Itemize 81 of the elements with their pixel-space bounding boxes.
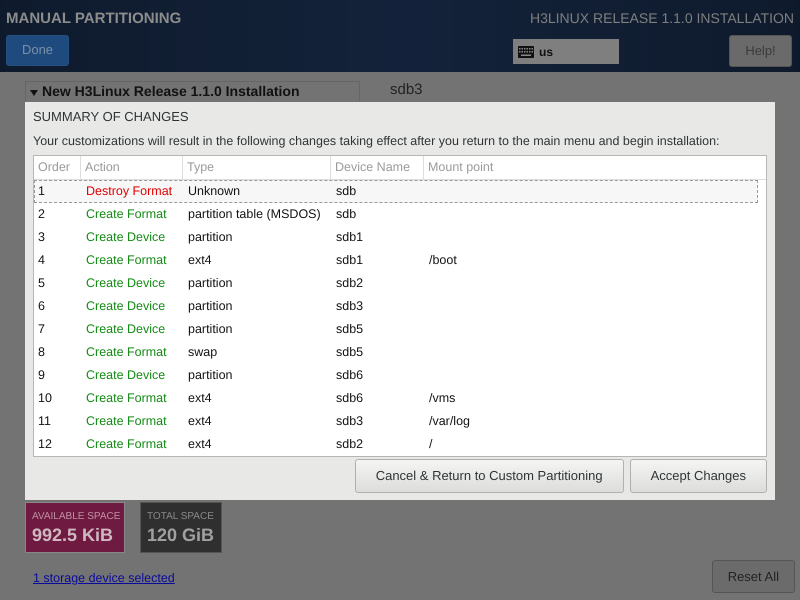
total-space-value: 120 GiB	[147, 524, 215, 546]
table-cell-text: Create Device	[85, 321, 166, 338]
section-title: New H3Linux Release 1.1.0 Installation	[42, 83, 300, 99]
table-row[interactable]: 6 Create Device partition sdb3	[34, 295, 758, 318]
table-row[interactable]: 8 Create Format swap sdb5	[34, 341, 758, 364]
total-space-label: TOTAL SPACE	[147, 510, 215, 524]
table-row[interactable]: 4 Create Format ext4 sdb1 /boot	[34, 249, 758, 272]
table-cell-text: Create Format	[85, 344, 168, 362]
table-cell-text: sdb2	[335, 436, 364, 454]
table-cell-text: ext4	[187, 436, 213, 454]
dialog-message: Your customizations will result in the following changes taking effect after you return to the main menu and begin installation:	[33, 133, 721, 150]
table-cell-text: 6	[37, 298, 46, 316]
table-cell-text: 3	[37, 229, 46, 246]
table-cell-text: 8	[37, 344, 46, 362]
table-cell-text: 1	[37, 183, 46, 200]
table-cell-text: /vms	[428, 390, 456, 408]
table-cell-text: ext4	[187, 252, 213, 270]
table-cell-text: sdb1	[335, 252, 364, 270]
table-row[interactable]: 1 Destroy Format Unknown sdb	[34, 180, 758, 203]
table-row[interactable]: 7 Create Device partition sdb5	[34, 318, 758, 341]
table-cell-text: Create Format	[85, 413, 168, 430]
available-space-value: 992.5 KiB	[32, 524, 114, 546]
table-cell-text: sdb	[335, 206, 358, 224]
table-cell-text: Create Format	[85, 206, 168, 224]
table-cell-text: sdb6	[335, 390, 364, 408]
table-cell-text: sdb5	[335, 321, 364, 338]
dialog-title: SUMMARY OF CHANGES	[33, 108, 190, 126]
table-cell-text: Create Device	[85, 298, 166, 316]
table-cell-text: sdb6	[335, 367, 364, 384]
table-cell-text: Create Device	[85, 367, 166, 384]
keyboard-icon	[518, 46, 534, 58]
table-cell-text: 5	[37, 275, 46, 292]
table-cell-text: ext4	[187, 390, 213, 408]
table-cell-text: /var/log	[428, 413, 471, 430]
keyboard-layout-label: us	[539, 44, 554, 60]
table-cell-text: sdb	[335, 183, 358, 200]
screen-title: MANUAL PARTITIONING	[6, 9, 182, 29]
table-cell-text: Unknown	[187, 183, 242, 200]
table-cell-text: Create Format	[85, 436, 168, 454]
expander-icon	[30, 90, 38, 96]
dialog-button[interactable]: Accept Changes	[630, 459, 767, 493]
table-cell-text: partition table (MSDOS)	[187, 206, 322, 224]
table-row[interactable]: 2 Create Format partition table (MSDOS) sdb	[34, 203, 758, 226]
table-cell-text: sdb5	[335, 344, 364, 362]
table-cell-text: Create Format	[85, 252, 168, 270]
table-cell-text: ext4	[187, 413, 213, 430]
table-cell-text: Create Format	[85, 390, 168, 408]
table-cell-text: 10	[37, 390, 53, 408]
table-cell-text: partition	[187, 298, 234, 316]
table-cell-text: 2	[37, 206, 46, 224]
table-row[interactable]: 3 Create Device partition sdb1	[34, 226, 758, 249]
table-row[interactable]: 9 Create Device partition sdb6	[34, 364, 758, 387]
dialog-button[interactable]: Cancel & Return to Custom Partitioning	[354, 459, 624, 493]
table-cell-text: partition	[187, 367, 234, 384]
device-title: sdb3	[390, 81, 423, 100]
table-cell-text: 11	[37, 413, 52, 430]
table-cell-text: sdb3	[335, 413, 364, 430]
table-cell-text: 4	[37, 252, 46, 270]
available-space-label: AVAILABLE SPACE	[32, 510, 118, 524]
table-cell-text: Create Device	[85, 275, 166, 292]
table-cell-text: /boot	[428, 252, 458, 270]
table-cell-text: sdb2	[335, 275, 364, 292]
table-cell-text: swap	[187, 344, 218, 362]
table-row[interactable]: 11 Create Format ext4 sdb3 /var/log	[34, 410, 758, 433]
table-cell-text: 7	[37, 321, 46, 338]
section-header[interactable]: New H3Linux Release 1.1.0 Installation	[25, 81, 360, 101]
table-cell-text: 12	[37, 436, 53, 454]
table-cell-text: partition	[187, 275, 234, 292]
table-row[interactable]: 10 Create Format ext4 sdb6 /vms	[34, 387, 758, 410]
table-cell-text: /	[428, 436, 434, 454]
table-row[interactable]: 12 Create Format ext4 sdb2 /	[34, 433, 758, 456]
table-cell-text: partition	[187, 229, 234, 246]
table-row[interactable]: 5 Create Device partition sdb2	[34, 272, 758, 295]
table-cell-text: partition	[187, 321, 234, 338]
keyboard-layout-field[interactable]: us	[513, 39, 619, 64]
table-cell-text: sdb3	[335, 298, 364, 316]
table-cell-text: 9	[37, 367, 46, 384]
table-cell-text: Destroy Format	[85, 183, 174, 200]
table-cell-text: Create Device	[85, 229, 166, 246]
product-title: H3LINUX RELEASE 1.1.0 INSTALLATION	[530, 9, 794, 28]
table-cell-text: sdb1	[335, 229, 364, 246]
